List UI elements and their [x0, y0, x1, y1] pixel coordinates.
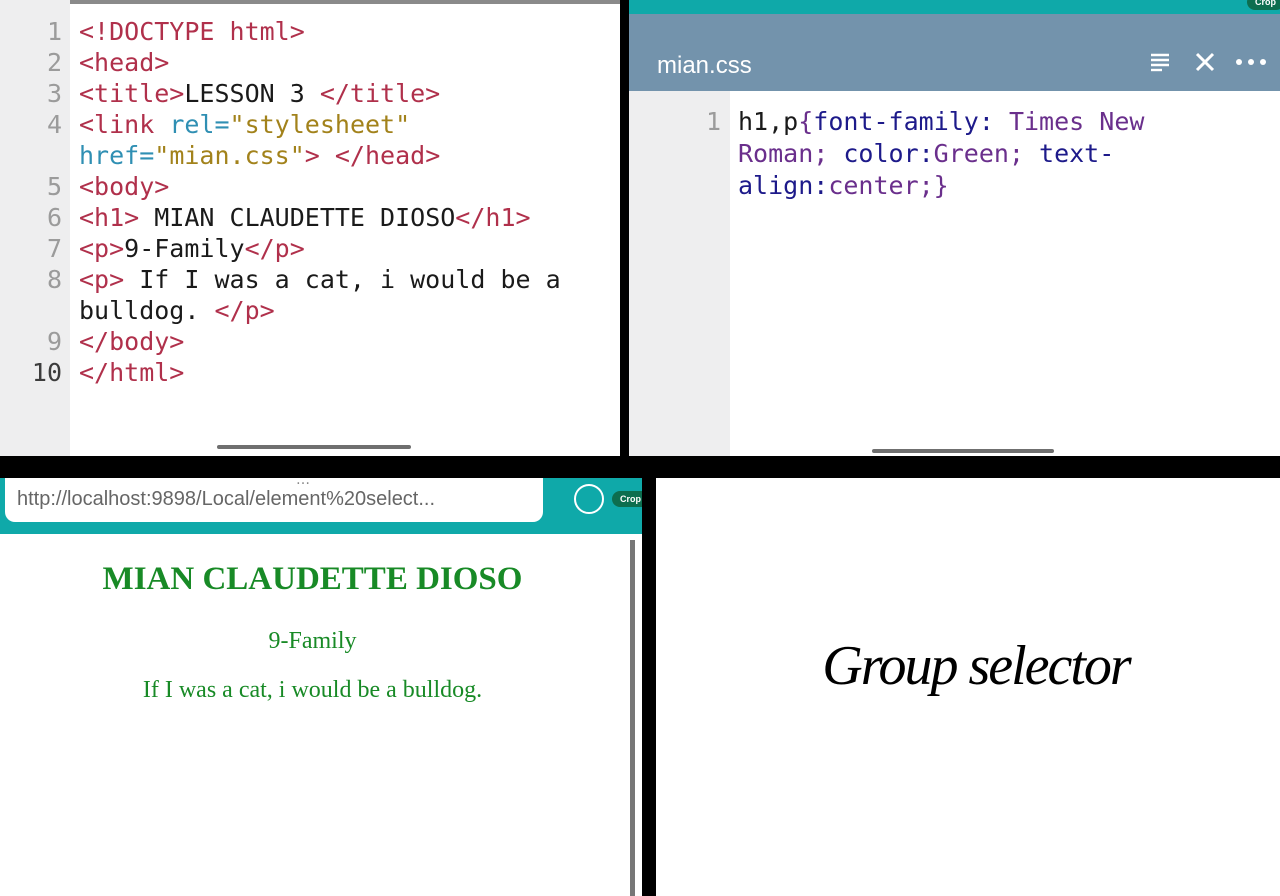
close-icon[interactable] — [1194, 48, 1216, 82]
line-number: 2 — [46, 48, 62, 77]
html-editor-panel: 1 <!DOCTYPE html> 2 <head> 3 <title>LESSON 3 … — [0, 0, 620, 456]
address-bar[interactable]: http://localhost:9898/Local/element%20se… — [5, 478, 543, 522]
line-number: 4 — [46, 110, 62, 139]
line-number: 8 — [46, 265, 62, 294]
home-indicator — [217, 445, 411, 449]
rendered-paragraph-family: 9-Family — [268, 628, 357, 654]
code-line: <p>9-Family</p> — [79, 234, 305, 263]
caption-text: Group selector — [822, 635, 1131, 697]
code-line: </body> — [79, 327, 185, 356]
line-number: 5 — [46, 172, 62, 201]
code-line: <head> — [79, 48, 170, 77]
code-line: <h1> MIAN CLAUDETTE DIOSO</h1> — [79, 203, 531, 232]
reload-icon[interactable] — [574, 484, 604, 514]
more-dots-icon[interactable]: … — [296, 478, 310, 488]
code-line: Roman; color:Green; text- — [738, 139, 1115, 168]
code-line: <title>LESSON 3 </title> — [79, 79, 441, 108]
code-line: </html> — [79, 358, 185, 387]
line-number: 7 — [46, 234, 62, 263]
top-teal-strip — [629, 0, 1280, 14]
more-icon[interactable] — [1235, 48, 1269, 82]
code-line: <!DOCTYPE html> — [79, 17, 305, 46]
css-editor-panel: Crop mian.css 1 h1,p{font-family: Times N… — [629, 0, 1280, 456]
crop-badge[interactable]: Crop — [612, 491, 642, 507]
rendered-heading: MIAN CLAUDETTE DIOSO — [102, 561, 523, 597]
rendered-paragraph-cat: If I was a cat, i would be a bulldog. — [142, 677, 483, 703]
line-number: 9 — [46, 327, 62, 356]
code-line: align:center;} — [738, 171, 949, 200]
line-number: 3 — [46, 79, 62, 108]
code-line: <p> If I was a cat, i would be a — [79, 265, 561, 294]
code-line: <link rel="stylesheet" — [79, 110, 411, 139]
code-line: bulldog. </p> — [79, 296, 275, 325]
line-number-gutter — [629, 91, 730, 456]
line-number: 1 — [705, 107, 721, 136]
code-line: h1,p{font-family: Times New — [738, 107, 1145, 136]
top-divider — [0, 0, 620, 4]
browser-preview-panel: http://localhost:9898/Local/element%20se… — [0, 478, 642, 896]
home-indicator — [872, 449, 1054, 453]
line-number: 6 — [46, 203, 62, 232]
file-title: mian.css — [657, 52, 752, 79]
list-icon[interactable] — [1149, 48, 1171, 82]
code-line: <body> — [79, 172, 170, 201]
caption-panel: Group selector — [656, 478, 1280, 896]
line-number: 1 — [46, 17, 62, 46]
scrollbar[interactable] — [630, 540, 635, 896]
code-line: href="mian.css"> </head> — [79, 141, 441, 170]
crop-badge[interactable]: Crop — [1247, 0, 1280, 10]
editor-header: mian.css — [629, 14, 1280, 91]
line-number: 10 — [31, 358, 62, 387]
